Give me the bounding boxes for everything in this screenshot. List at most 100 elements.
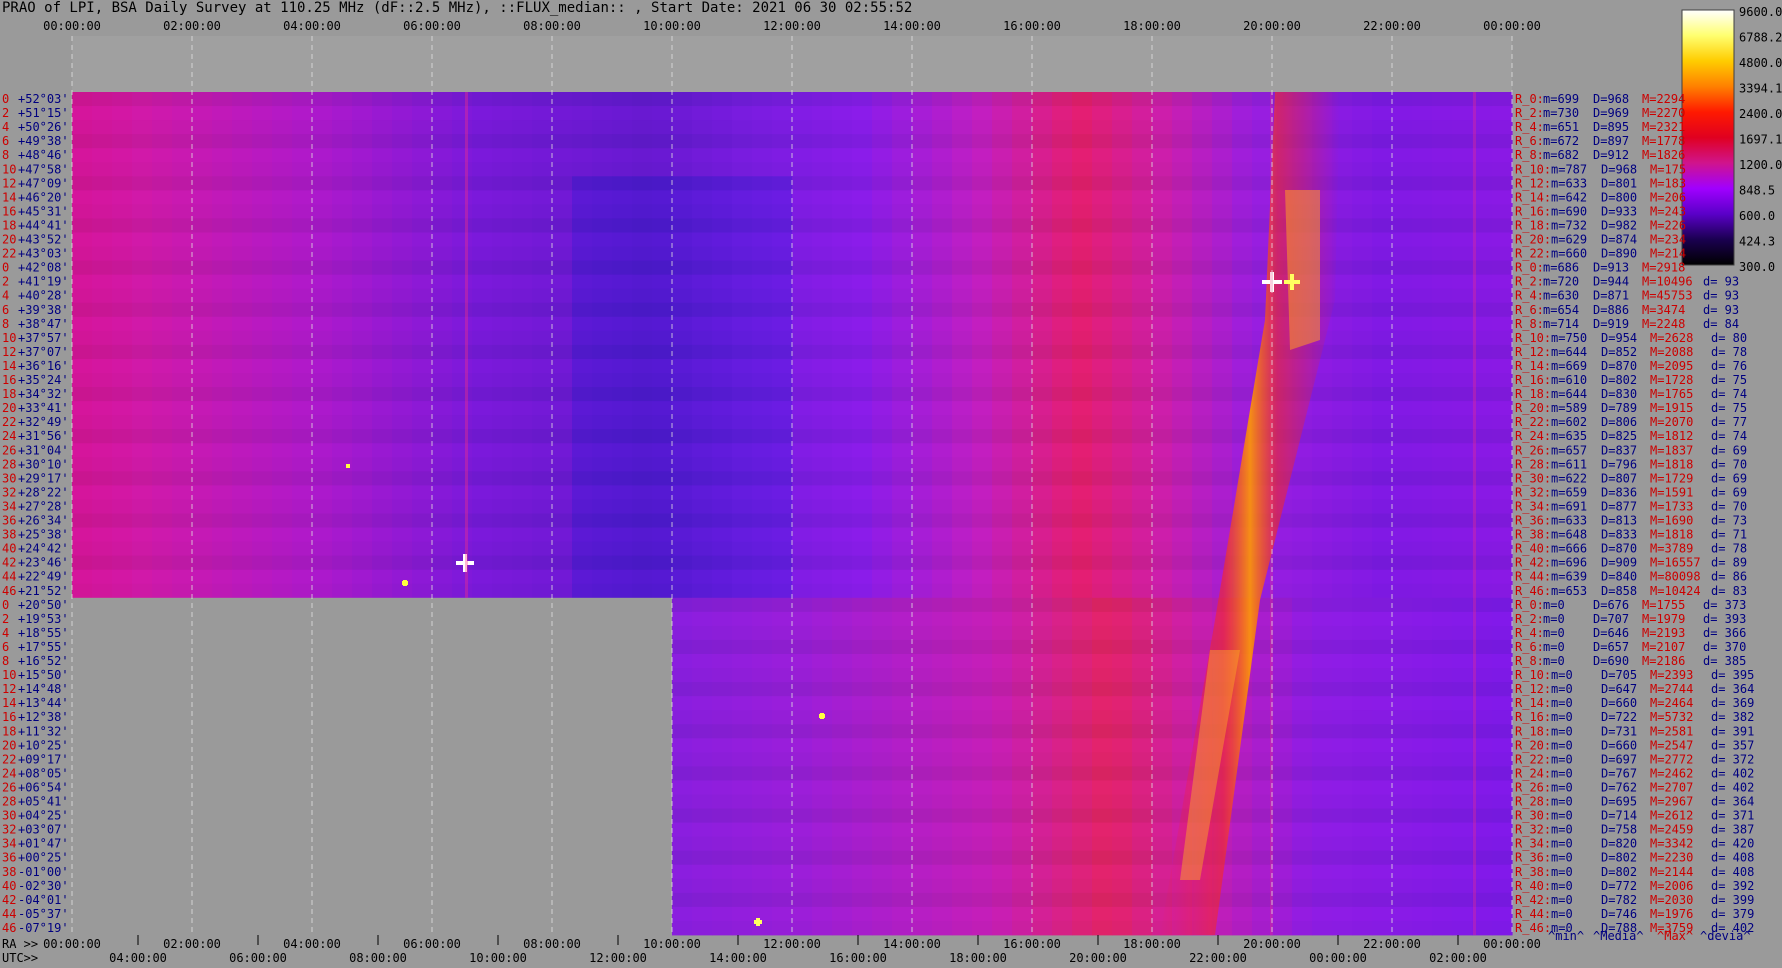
heatmap-cell (332, 330, 353, 346)
heatmap-cell (72, 330, 93, 346)
heatmap-cell (732, 218, 753, 233)
heatmap-cell (252, 148, 273, 163)
heatmap-cell (832, 850, 853, 866)
heatmap-cell (932, 625, 953, 641)
heatmap-cell (752, 316, 773, 332)
heatmap-cell (812, 654, 833, 669)
heatmap-cell (72, 204, 93, 219)
heatmap-cell (1052, 204, 1073, 219)
heatmap-cell (1452, 668, 1473, 683)
heatmap-cell (1032, 808, 1053, 823)
heatmap-cell (672, 176, 693, 191)
heatmap-cell (452, 569, 473, 585)
heatmap-cell (92, 134, 113, 149)
heatmap-cell (752, 457, 773, 472)
heatmap-cell (772, 302, 793, 318)
heatmap-cell (852, 373, 873, 388)
heatmap-cell (512, 457, 533, 472)
heatmap-cell (312, 485, 333, 500)
heatmap-cell (672, 513, 693, 528)
heatmap-cell (152, 302, 173, 318)
stat-min: m=696 (1551, 556, 1587, 570)
heatmap-cell (152, 387, 173, 402)
stat-row-label: R_42: (1515, 893, 1551, 907)
heatmap-cell (1152, 106, 1173, 121)
heatmap-cell (1392, 218, 1413, 233)
heatmap-cell (1492, 260, 1513, 276)
heatmap-cell (1012, 696, 1033, 711)
heatmap-cell (1172, 611, 1193, 627)
stat-min: m=602 (1551, 415, 1587, 429)
heatmap-cell (1052, 822, 1073, 838)
heatmap-cell (1092, 443, 1113, 458)
heatmap-cell (832, 134, 853, 149)
heatmap-cell (332, 373, 353, 388)
heatmap-cell (1412, 471, 1433, 486)
heatmap-cell (1052, 358, 1073, 374)
heatmap-cell (132, 106, 153, 121)
heatmap-cell (872, 190, 893, 205)
stat-row-label: R_18: (1515, 387, 1551, 401)
heatmap-cell (852, 710, 873, 725)
beam-index-label: 4 (2, 626, 9, 640)
stat-median: D=968 (1593, 92, 1629, 106)
heatmap-cell (792, 555, 813, 571)
stat-row-label: R_6: (1515, 640, 1544, 654)
heatmap-cell (1412, 611, 1433, 627)
heatmap-cell (1032, 780, 1053, 795)
heatmap-cell (792, 906, 813, 922)
heatmap-cell (932, 639, 953, 655)
heatmap-cell (252, 443, 273, 458)
heatmap-cell (472, 583, 493, 599)
heatmap-cell (1492, 401, 1513, 416)
heatmap-cell (1172, 569, 1193, 585)
heatmap-cell (912, 822, 933, 838)
heatmap-cell (512, 527, 533, 542)
colorbar-label: 424.3 (1739, 235, 1775, 249)
beam-index-label: 20 (2, 738, 16, 752)
heatmap-cell (1392, 569, 1413, 585)
heatmap-cell (372, 302, 393, 318)
heatmap-cell (932, 738, 953, 753)
heatmap-cell (932, 513, 953, 528)
heatmap-cell (812, 499, 833, 514)
heatmap-cell (312, 218, 333, 233)
heatmap-cell (1252, 892, 1273, 908)
heatmap-cell (152, 274, 173, 290)
heatmap-cell (1392, 457, 1413, 472)
heatmap-cell (1292, 794, 1313, 809)
heatmap-cell (692, 710, 713, 725)
heatmap-cell (1092, 218, 1113, 233)
heatmap-cell (332, 429, 353, 444)
heatmap-cell (972, 204, 993, 219)
heatmap-cell (192, 204, 213, 219)
stat-max: M=2270 (1642, 106, 1685, 120)
declination-label: +31°04' (18, 443, 69, 457)
heatmap-cell (1392, 471, 1413, 486)
stat-max: M=2581 (1650, 724, 1693, 738)
heatmap-cell (132, 232, 153, 247)
heatmap-cell (332, 344, 353, 360)
heatmap-cell (1132, 513, 1153, 528)
heatmap-cell (1492, 625, 1513, 641)
heatmap-cell (572, 316, 593, 332)
heatmap-cell (1432, 639, 1453, 655)
heatmap-cell (112, 92, 133, 107)
heatmap-cell (412, 569, 433, 585)
heatmap-cell (532, 541, 553, 557)
declination-label: +09°17' (18, 752, 69, 766)
heatmap-cell (1112, 387, 1133, 402)
heatmap-cell (792, 639, 813, 655)
heatmap-cell (312, 148, 333, 163)
heatmap-cell (152, 429, 173, 444)
heatmap-cell (552, 204, 573, 219)
heatmap-cell (852, 724, 873, 739)
heatmap-cell (172, 120, 193, 135)
heatmap-cell (512, 148, 533, 163)
heatmap-cell (312, 457, 333, 472)
heatmap-cell (312, 204, 333, 219)
heatmap-cell (552, 162, 573, 177)
heatmap-cell (1412, 429, 1433, 444)
heatmap-cell (1452, 682, 1473, 697)
heatmap-cell (1092, 625, 1113, 641)
